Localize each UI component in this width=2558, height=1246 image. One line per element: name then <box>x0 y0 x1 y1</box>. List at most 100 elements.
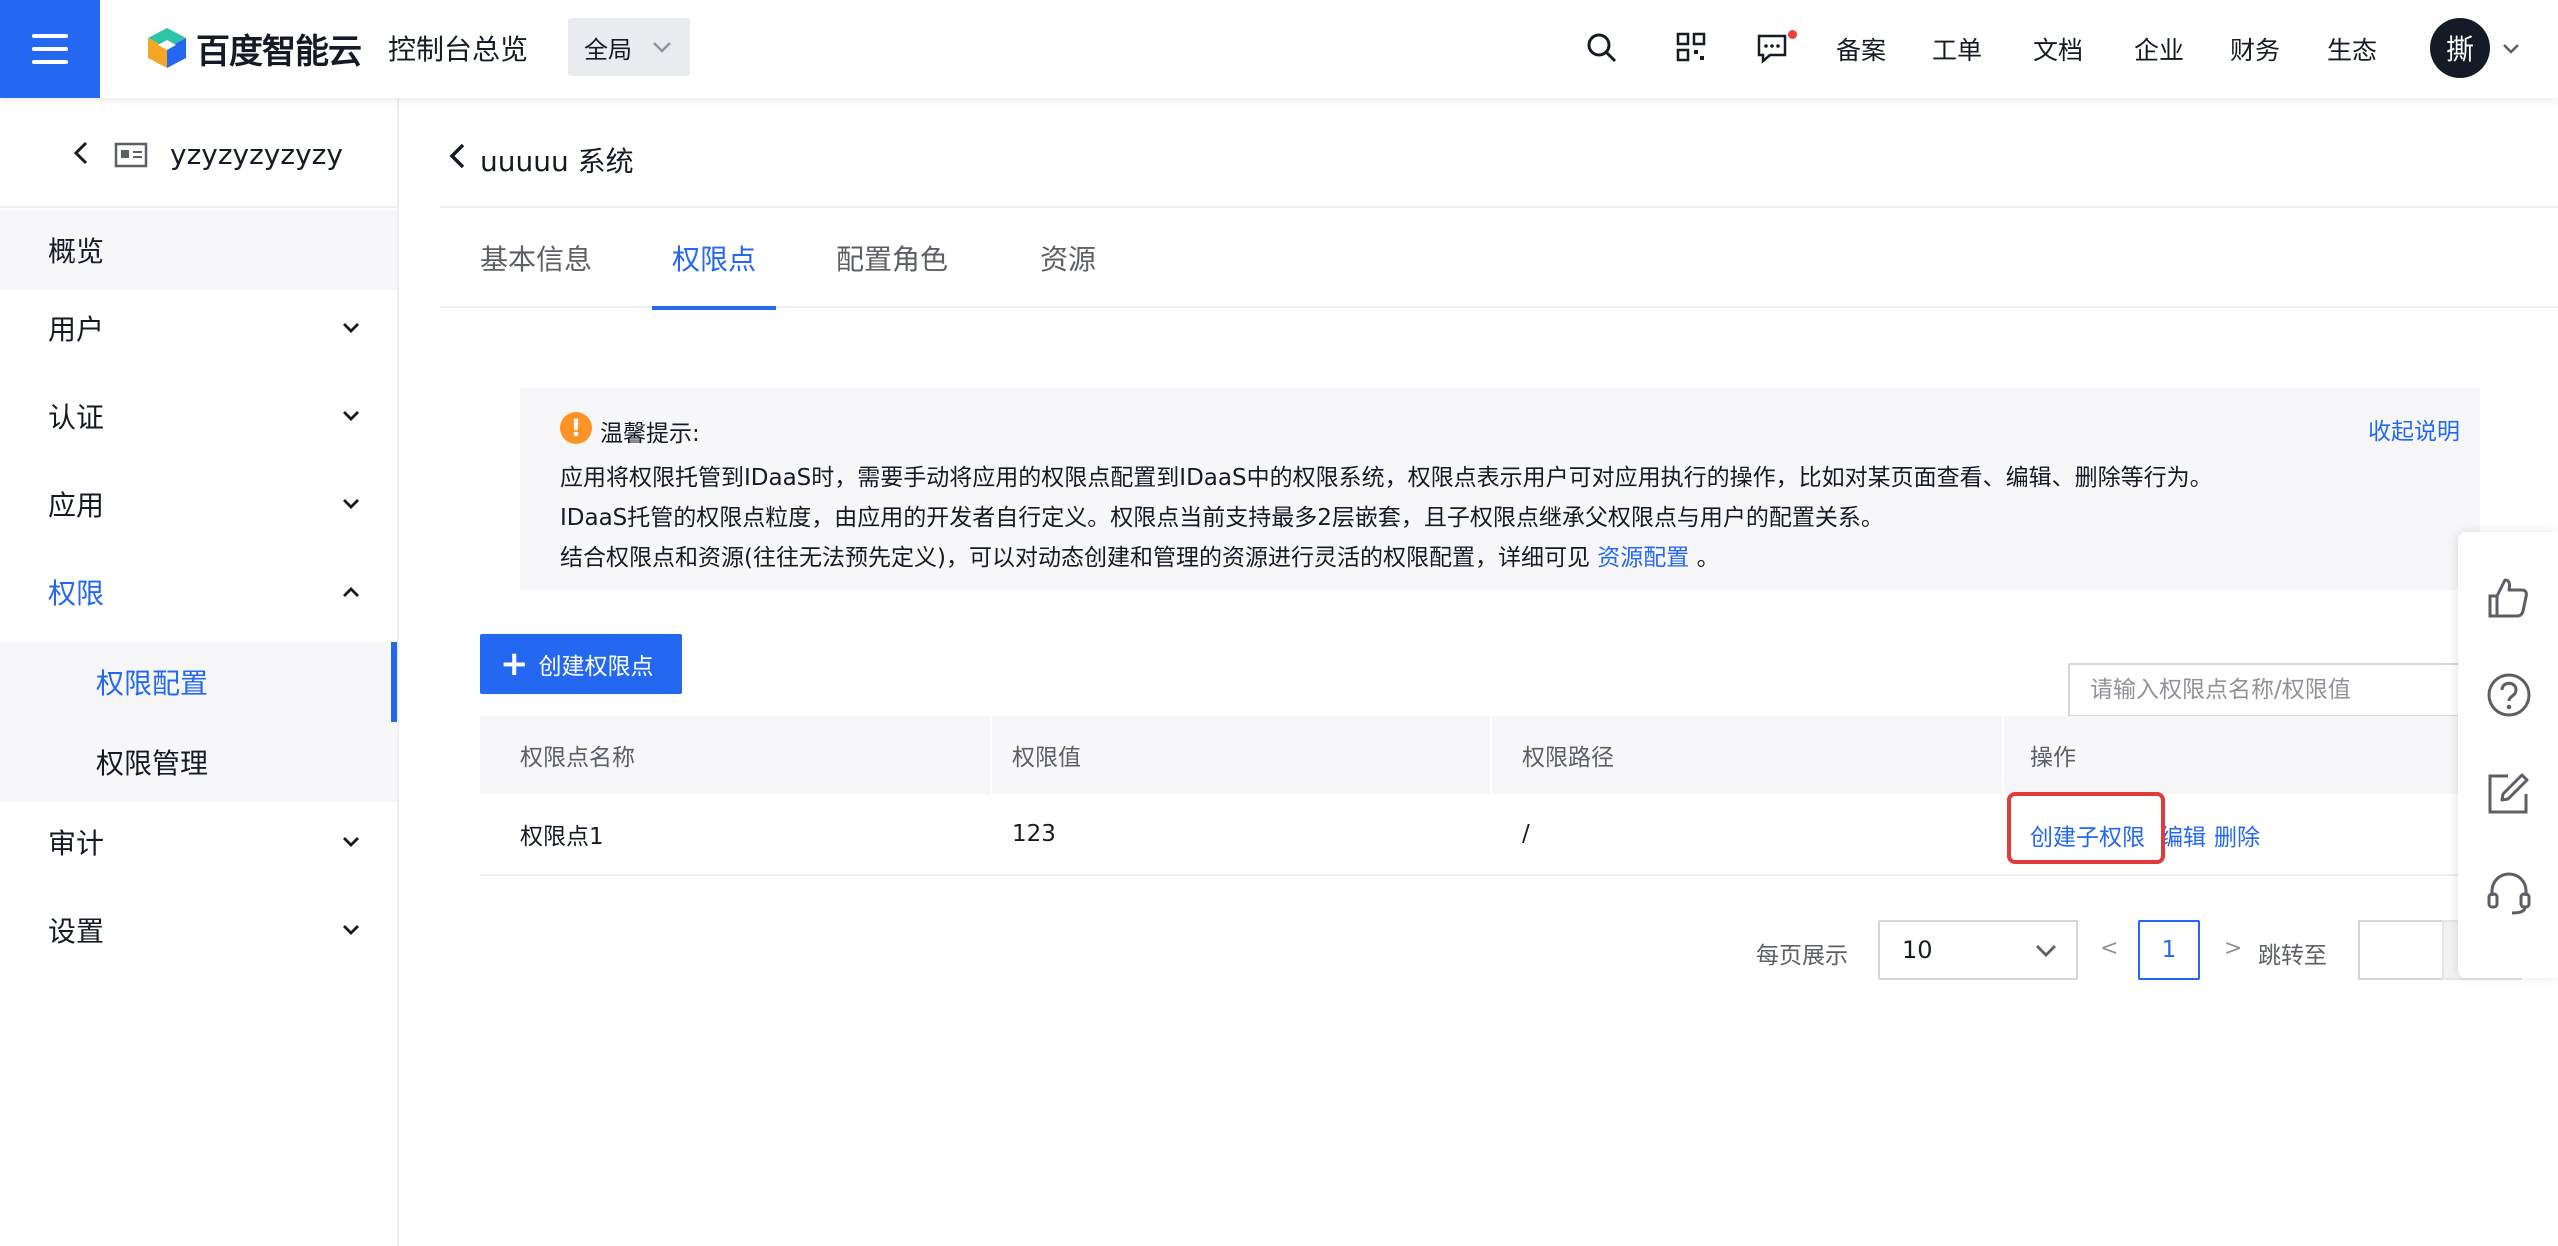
per-page-label: 每页展示 <box>1756 943 1848 969</box>
sidebar-item-settings[interactable]: 设置 <box>0 890 397 970</box>
next-page-button[interactable]: > <box>2224 936 2242 961</box>
tip-line: 结合权限点和资源(往往无法预先定义)，可以对动态创建和管理的资源进行灵活的权限配… <box>560 538 1720 572</box>
warning-icon: ! <box>560 412 592 444</box>
user-avatar[interactable]: 撕 <box>2430 18 2490 78</box>
column-header-value: 权限值 <box>1012 745 1081 771</box>
tip-panel: ! 温馨提示: 应用将权限托管到IDaaS时，需要手动将应用的权限点配置到IDa… <box>520 388 2480 590</box>
tab-config-roles[interactable]: 配置角色 <box>836 208 948 308</box>
main-content: uuuuu 系统 基本信息 权限点 配置角色 资源 ! 温馨提示: 应用将权限托… <box>440 98 2558 1246</box>
chevron-down-icon <box>2036 945 2056 957</box>
page-title: uuuuu 系统 <box>480 145 634 178</box>
chevron-down-icon <box>343 411 359 421</box>
permission-search-input[interactable] <box>2068 663 2478 717</box>
table-row: 权限点1 123 / 创建子权限 编辑 删除 <box>480 794 2480 876</box>
resource-config-link[interactable]: 资源配置 <box>1597 545 1689 571</box>
top-link-beian[interactable]: 备案 <box>1836 31 1886 67</box>
chevron-down-icon[interactable] <box>2500 38 2522 60</box>
sidebar-item-label: 应用 <box>48 489 105 522</box>
tip-line: IDaaS托管的权限点粒度，由应用的开发者自行定义。权限点当前支持最多2层嵌套，… <box>560 505 1884 531</box>
sidebar-subitem-permission-config[interactable]: 权限配置 <box>0 642 397 722</box>
top-link-ticket[interactable]: 工单 <box>1932 31 1982 67</box>
jump-to-label: 跳转至 <box>2258 943 2327 969</box>
notification-dot <box>1788 30 1797 39</box>
qr-code-icon[interactable] <box>1676 32 1706 62</box>
cube-logo-icon <box>148 28 186 68</box>
create-button-label: 创建权限点 <box>538 654 654 680</box>
back-arrow-icon[interactable] <box>70 140 92 166</box>
thumbs-up-icon[interactable] <box>2486 576 2530 620</box>
sidebar-item-label: 用户 <box>48 313 105 346</box>
cell-path: / <box>1522 821 1530 847</box>
sidebar-item-audit[interactable]: 审计 <box>0 802 397 882</box>
baidu-cloud-logo[interactable]: 百度智能云 <box>146 22 362 74</box>
column-header-path: 权限路径 <box>1522 745 1614 771</box>
collapse-tip-link[interactable]: 收起说明 <box>2368 412 2460 446</box>
sidebar: yzyzyzyzyzy 概览 用户 认证 应用 权限 权限配置 权限管理 审计 … <box>0 98 399 1246</box>
tip-title: 温馨提示: <box>600 421 700 447</box>
tab-permission-points[interactable]: 权限点 <box>651 208 777 310</box>
cell-value: 123 <box>1012 821 1056 847</box>
sidebar-item-label: 概览 <box>48 235 105 268</box>
create-permission-point-button[interactable]: + 创建权限点 <box>480 634 682 694</box>
top-link-ecosystem[interactable]: 生态 <box>2327 31 2377 67</box>
breadcrumb: uuuuu 系统 <box>440 98 2558 208</box>
chevron-down-icon <box>343 837 359 847</box>
logo-text: 百度智能云 <box>196 31 362 72</box>
feedback-edit-icon[interactable] <box>2486 772 2530 816</box>
help-icon[interactable] <box>2486 672 2532 718</box>
customer-service-headset-icon[interactable] <box>2486 870 2532 916</box>
top-link-docs[interactable]: 文档 <box>2033 31 2083 67</box>
sidebar-subitem-permission-manage[interactable]: 权限管理 <box>0 722 397 802</box>
message-icon[interactable] <box>1756 32 1788 64</box>
back-arrow-icon[interactable] <box>446 142 468 170</box>
menu-bar <box>32 60 68 64</box>
plus-icon: + <box>500 644 529 684</box>
console-overview-link[interactable]: 控制台总览 <box>388 28 528 68</box>
sidebar-item-label: 审计 <box>48 827 105 860</box>
hamburger-menu-button[interactable] <box>0 0 100 98</box>
top-navbar: 百度智能云 控制台总览 全局 备案 工单 文档 企业 财务 生态 撕 <box>0 0 2558 98</box>
tab-bar: 基本信息 权限点 配置角色 资源 <box>440 208 2558 310</box>
sidebar-header: yzyzyzyzyzy <box>0 98 397 208</box>
sidebar-item-label: 权限 <box>48 577 105 610</box>
sidebar-app-name: yzyzyzyzyzy <box>170 138 343 171</box>
delete-link[interactable]: 删除 <box>2214 818 2260 852</box>
column-divider <box>1490 716 1492 794</box>
chevron-up-icon <box>343 587 359 597</box>
chevron-down-icon <box>343 925 359 935</box>
sidebar-item-overview[interactable]: 概览 <box>0 210 397 290</box>
menu-bar <box>32 34 68 38</box>
column-divider <box>990 716 992 794</box>
search-icon[interactable] <box>1586 32 1618 64</box>
highlight-box <box>2007 792 2165 864</box>
chevron-down-icon <box>653 42 671 53</box>
sidebar-item-users[interactable]: 用户 <box>0 288 397 368</box>
jump-page-input[interactable] <box>2358 920 2442 980</box>
sidebar-subitem-label: 权限管理 <box>96 747 209 780</box>
sidebar-item-label: 设置 <box>48 915 105 948</box>
sidebar-item-auth[interactable]: 认证 <box>0 376 397 456</box>
tab-resources[interactable]: 资源 <box>1040 208 1096 308</box>
column-divider <box>2002 716 2004 794</box>
cell-name: 权限点1 <box>520 824 604 850</box>
prev-page-button[interactable]: < <box>2100 936 2118 961</box>
menu-bar <box>32 47 68 51</box>
column-header-name: 权限点名称 <box>520 745 635 771</box>
tip-line-text: 。 <box>1696 545 1720 571</box>
chevron-down-icon <box>343 323 359 333</box>
sidebar-item-permissions[interactable]: 权限 <box>0 552 397 632</box>
sidebar-item-apps[interactable]: 应用 <box>0 464 397 544</box>
page-number-current[interactable]: 1 <box>2138 920 2200 980</box>
top-link-finance[interactable]: 财务 <box>2230 31 2280 67</box>
per-page-value: 10 <box>1902 936 1933 964</box>
column-header-actions: 操作 <box>2030 745 2076 771</box>
edit-link[interactable]: 编辑 <box>2160 818 2206 852</box>
per-page-select[interactable]: 10 <box>1878 920 2078 980</box>
chevron-down-icon <box>343 499 359 509</box>
tab-basic-info[interactable]: 基本信息 <box>480 208 592 308</box>
region-selector[interactable]: 全局 <box>568 18 690 76</box>
app-card-icon <box>114 142 148 168</box>
sidebar-subitem-label: 权限配置 <box>96 667 209 700</box>
tip-line: 应用将权限托管到IDaaS时，需要手动将应用的权限点配置到IDaaS中的权限系统… <box>560 465 2213 491</box>
top-link-enterprise[interactable]: 企业 <box>2134 31 2184 67</box>
